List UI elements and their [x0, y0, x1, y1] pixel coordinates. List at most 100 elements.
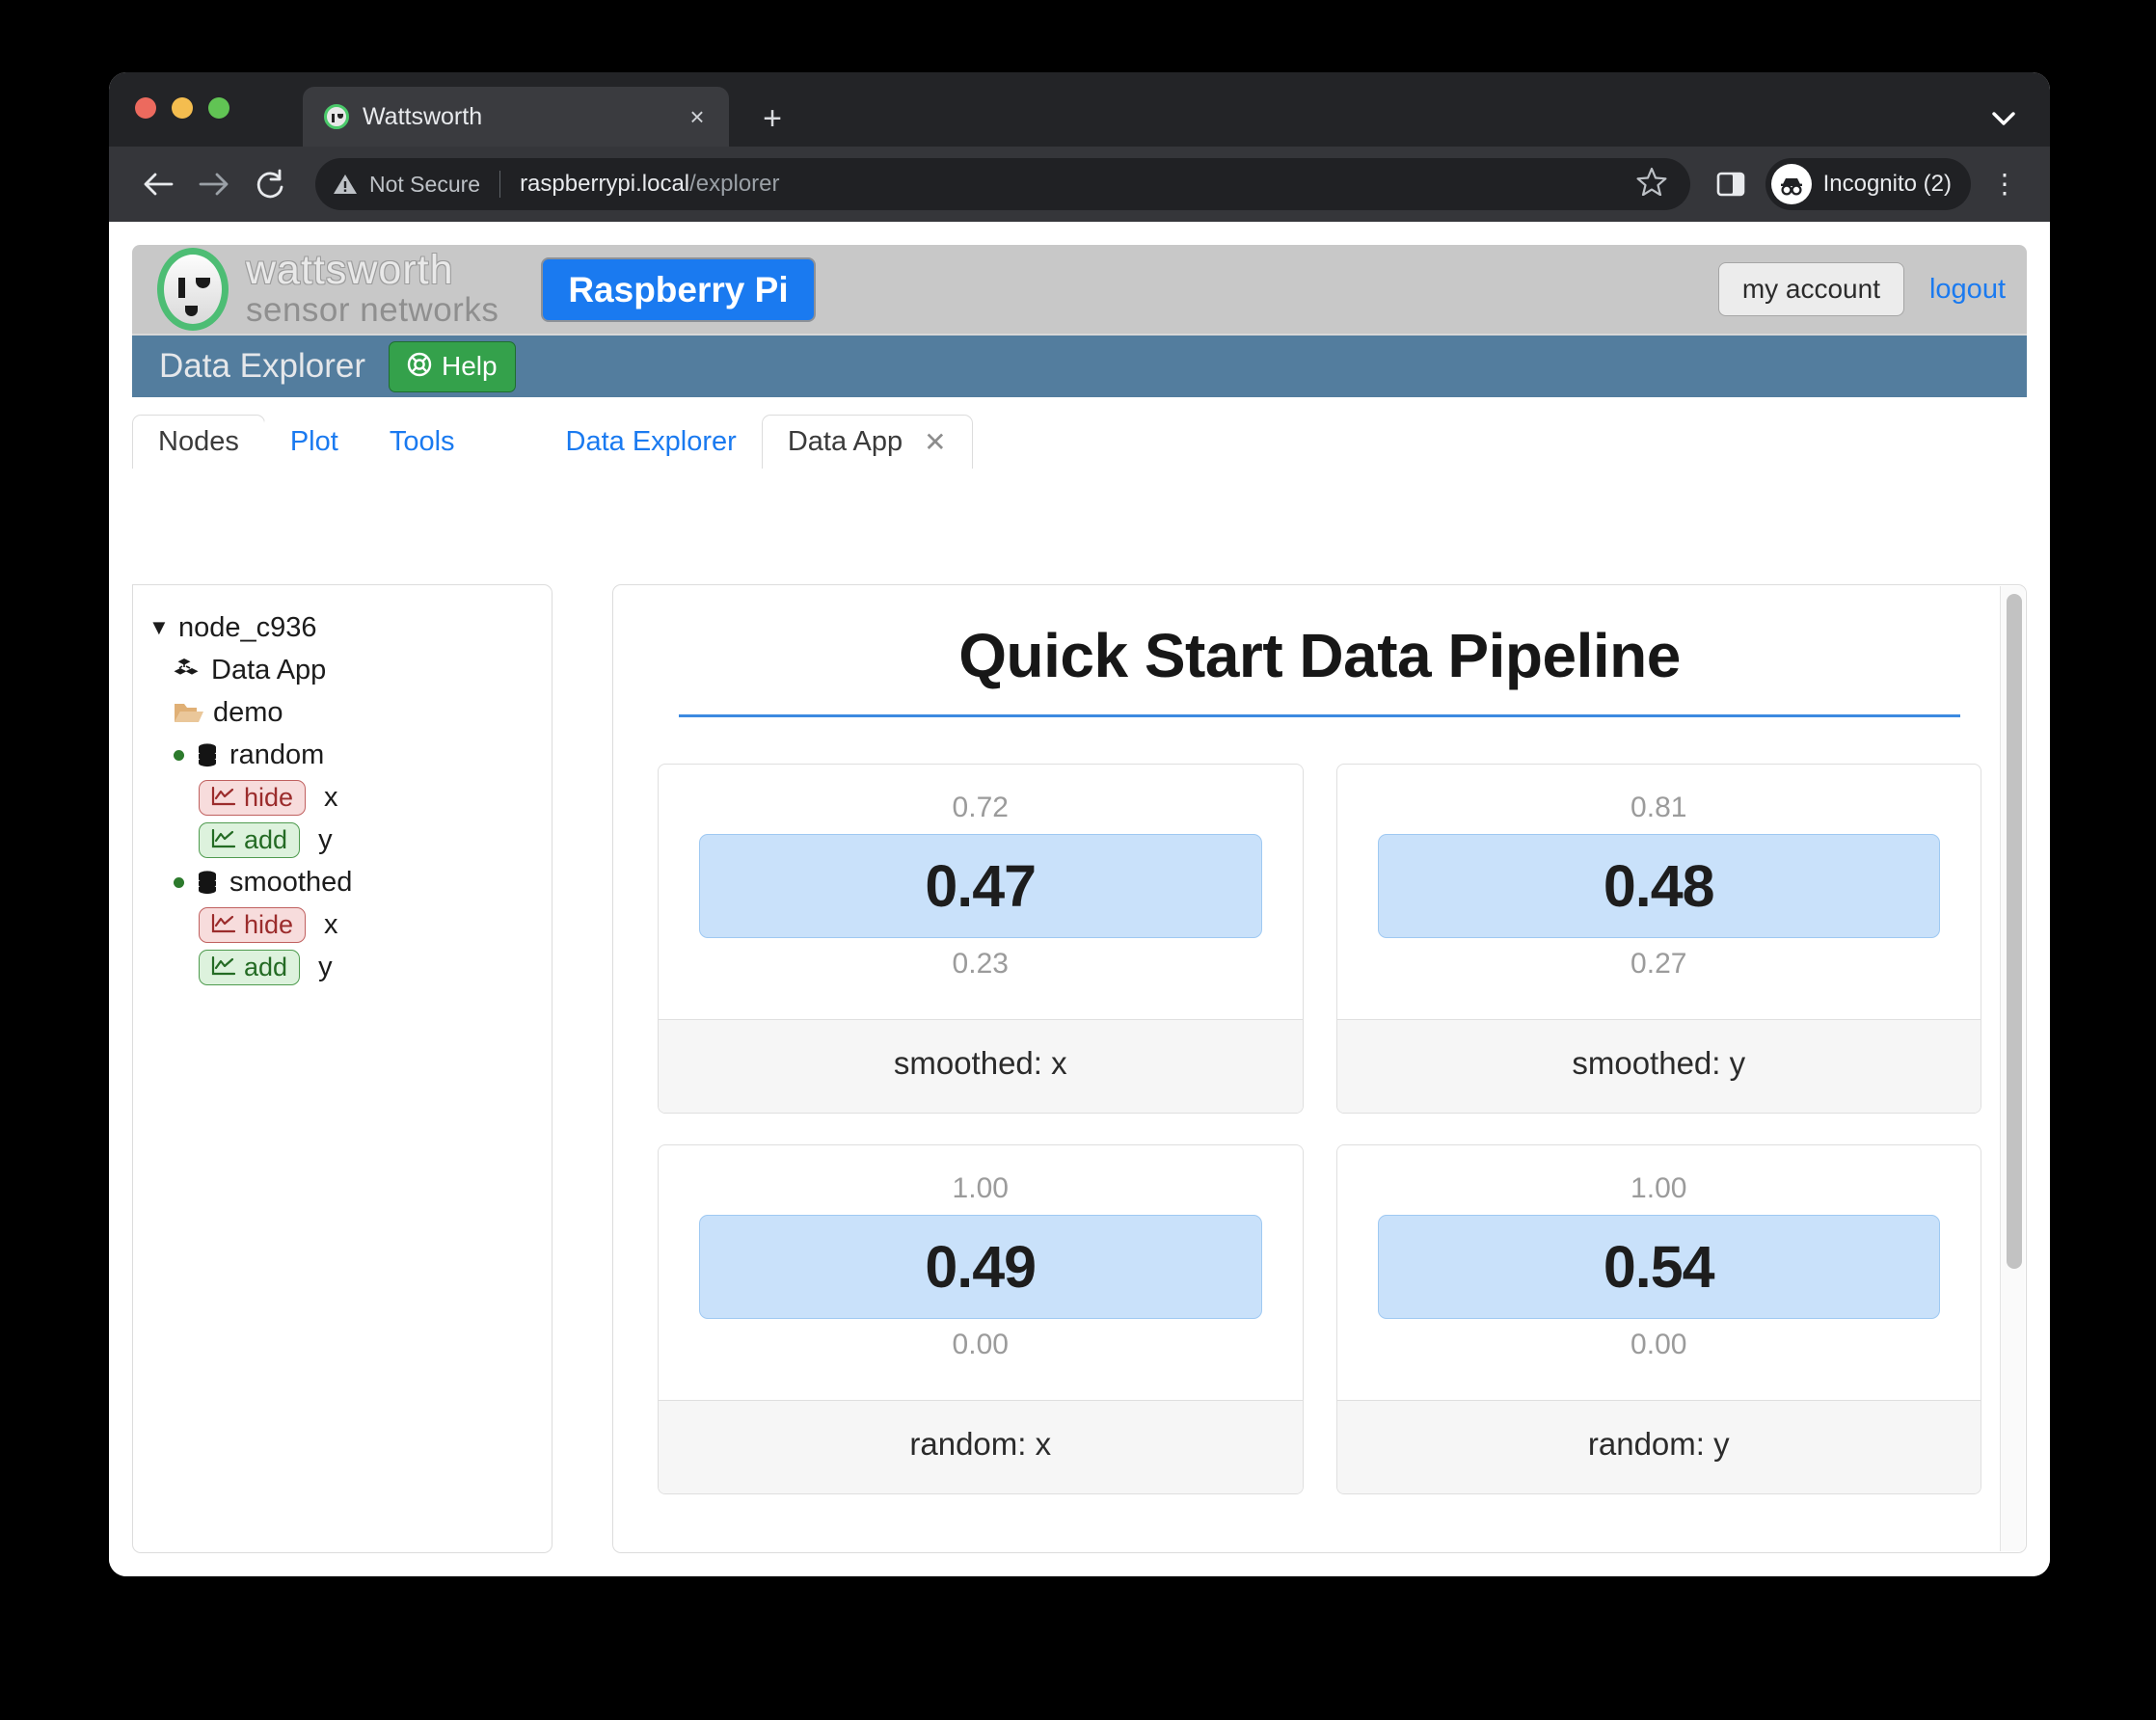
new-tab-button[interactable]: + [753, 102, 792, 135]
chart-icon [211, 827, 236, 853]
close-icon[interactable]: ✕ [924, 426, 946, 458]
page-title: Data Explorer [159, 347, 365, 385]
tab-data-app[interactable]: Data App ✕ [761, 415, 973, 469]
vertical-scrollbar[interactable] [2000, 586, 2025, 1551]
brand-name: wattsworth [246, 246, 454, 293]
gauge-current-value: 0.54 [1377, 1215, 1940, 1319]
tab-tools-label: Tools [389, 426, 455, 457]
node-tree: ▼ node_c936 Data App demo random hide x … [133, 606, 552, 988]
status-dot-online [174, 876, 184, 888]
url-path: /explorer [689, 171, 780, 197]
url-host: raspberrypi.local [520, 171, 690, 197]
gauge-body: 0.72 0.47 0.23 [659, 765, 1303, 1019]
brand-logo[interactable]: wattsworth sensor networks [157, 248, 499, 331]
tab-plot[interactable]: Plot [263, 415, 364, 469]
gauge-card[interactable]: 0.72 0.47 0.23 smoothed: x [658, 764, 1304, 1114]
minimize-window-button[interactable] [172, 97, 193, 119]
add-chip-button[interactable]: add [199, 949, 301, 985]
tree-item-data-app[interactable]: Data App [148, 649, 536, 691]
incognito-icon [1770, 164, 1812, 204]
gauge-label: smoothed: x [659, 1019, 1303, 1113]
bookmark-star-icon[interactable] [1636, 167, 1673, 202]
side-panel-icon[interactable] [1708, 161, 1754, 207]
gauge-label: smoothed: y [1336, 1019, 1981, 1113]
help-button[interactable]: Help [388, 340, 516, 392]
chart-icon [211, 954, 236, 981]
tree-item-stream-smoothed[interactable]: smoothed [148, 861, 536, 903]
gauge-current-value: 0.49 [699, 1215, 1262, 1319]
title-divider [679, 714, 1960, 717]
database-icon [194, 870, 221, 895]
hide-chip-button[interactable]: hide [199, 906, 307, 943]
gauge-min-value: 0.00 [1630, 1329, 1687, 1360]
my-account-button[interactable]: my account [1717, 262, 1904, 316]
gauge-card[interactable]: 0.81 0.48 0.27 smoothed: y [1335, 764, 1981, 1114]
add-chip-button[interactable]: add [199, 821, 301, 858]
address-bar[interactable]: Not Secure raspberrypi.local/explorer [315, 158, 1690, 210]
profile-label: Incognito (2) [1822, 171, 1952, 197]
explorer-tabs: Nodes Plot Tools Data Explorer Data App … [132, 415, 2027, 469]
chip-label: hide [244, 782, 294, 812]
app-nav-bar: Data Explorer Help [132, 334, 2027, 397]
browser-menu-icon[interactable]: ⋮ [1982, 171, 2027, 197]
reload-button[interactable] [244, 158, 296, 210]
data-app-scroll-region: Quick Start Data Pipeline 0.72 0.47 0.23… [613, 585, 2026, 1552]
nodes-panel: ▼ node_c936 Data App demo random hide x … [132, 584, 552, 1553]
profile-chip-incognito[interactable]: Incognito (2) [1765, 158, 1971, 210]
chart-icon [211, 912, 236, 938]
not-secure-warning-icon [333, 172, 358, 197]
tab-tools[interactable]: Tools [363, 415, 481, 469]
element-name: x [324, 908, 338, 940]
chip-label: add [244, 824, 288, 854]
gauge-min-value: 0.23 [952, 948, 1009, 980]
element-name: y [318, 823, 333, 855]
forward-button[interactable] [188, 158, 240, 210]
close-icon[interactable]: × [683, 104, 712, 129]
gauge-max-value: 0.81 [1630, 792, 1687, 823]
gauge-current-value: 0.48 [1377, 834, 1940, 938]
tree-item-stream-random[interactable]: random [148, 734, 536, 776]
database-icon [194, 742, 221, 767]
hide-chip-button[interactable]: hide [199, 779, 307, 816]
wattsworth-face-icon [324, 104, 349, 129]
browser-tab-strip: Wattsworth × + [109, 72, 2050, 147]
tab-nodes[interactable]: Nodes [132, 415, 265, 469]
browser-tab-title: Wattsworth [363, 102, 483, 130]
chevron-down-icon[interactable] [1990, 108, 2017, 133]
tab-plot-label: Plot [289, 426, 338, 457]
gauge-body: 1.00 0.49 0.00 [659, 1145, 1303, 1400]
device-badge[interactable]: Raspberry Pi [541, 256, 816, 322]
caret-down-icon[interactable]: ▼ [148, 615, 170, 640]
browser-tab-wattsworth[interactable]: Wattsworth × [303, 87, 729, 147]
logout-link[interactable]: logout [1929, 274, 2006, 306]
close-window-button[interactable] [135, 97, 156, 119]
tab-data-explorer[interactable]: Data Explorer [539, 415, 763, 469]
scrollbar-thumb[interactable] [2007, 594, 2022, 1269]
chip-label: hide [244, 909, 294, 939]
tree-item-folder-demo[interactable]: demo [148, 691, 536, 734]
back-button[interactable] [132, 158, 184, 210]
browser-window: Wattsworth × + Not Secure raspberrypi.lo… [109, 72, 2050, 1576]
tree-element-random-y: add y [148, 819, 536, 861]
gauge-min-value: 0.27 [1630, 948, 1687, 980]
lifering-icon [407, 352, 432, 382]
gauge-card[interactable]: 1.00 0.49 0.00 random: x [658, 1144, 1304, 1494]
brand-tagline: sensor networks [246, 290, 499, 329]
header-actions: my account logout [1717, 262, 2006, 316]
gauge-max-value: 1.00 [952, 1172, 1009, 1204]
cubes-icon [174, 658, 202, 683]
gauge-label: random: x [659, 1400, 1303, 1493]
gauge-max-value: 1.00 [1630, 1172, 1687, 1204]
wattsworth-outlet-face-icon [157, 248, 229, 331]
gauge-current-value: 0.47 [699, 834, 1262, 938]
maximize-window-button[interactable] [208, 97, 229, 119]
gauge-card[interactable]: 1.00 0.54 0.00 random: y [1335, 1144, 1981, 1494]
tree-item-node[interactable]: ▼ node_c936 [148, 606, 536, 649]
element-name: x [324, 781, 338, 813]
chip-label: add [244, 952, 288, 981]
gauge-body: 0.81 0.48 0.27 [1337, 765, 1981, 1019]
tab-data-explorer-label: Data Explorer [565, 426, 737, 457]
tree-item-label: random [229, 739, 325, 770]
element-name: y [318, 951, 333, 982]
not-secure-label: Not Secure [369, 171, 481, 197]
